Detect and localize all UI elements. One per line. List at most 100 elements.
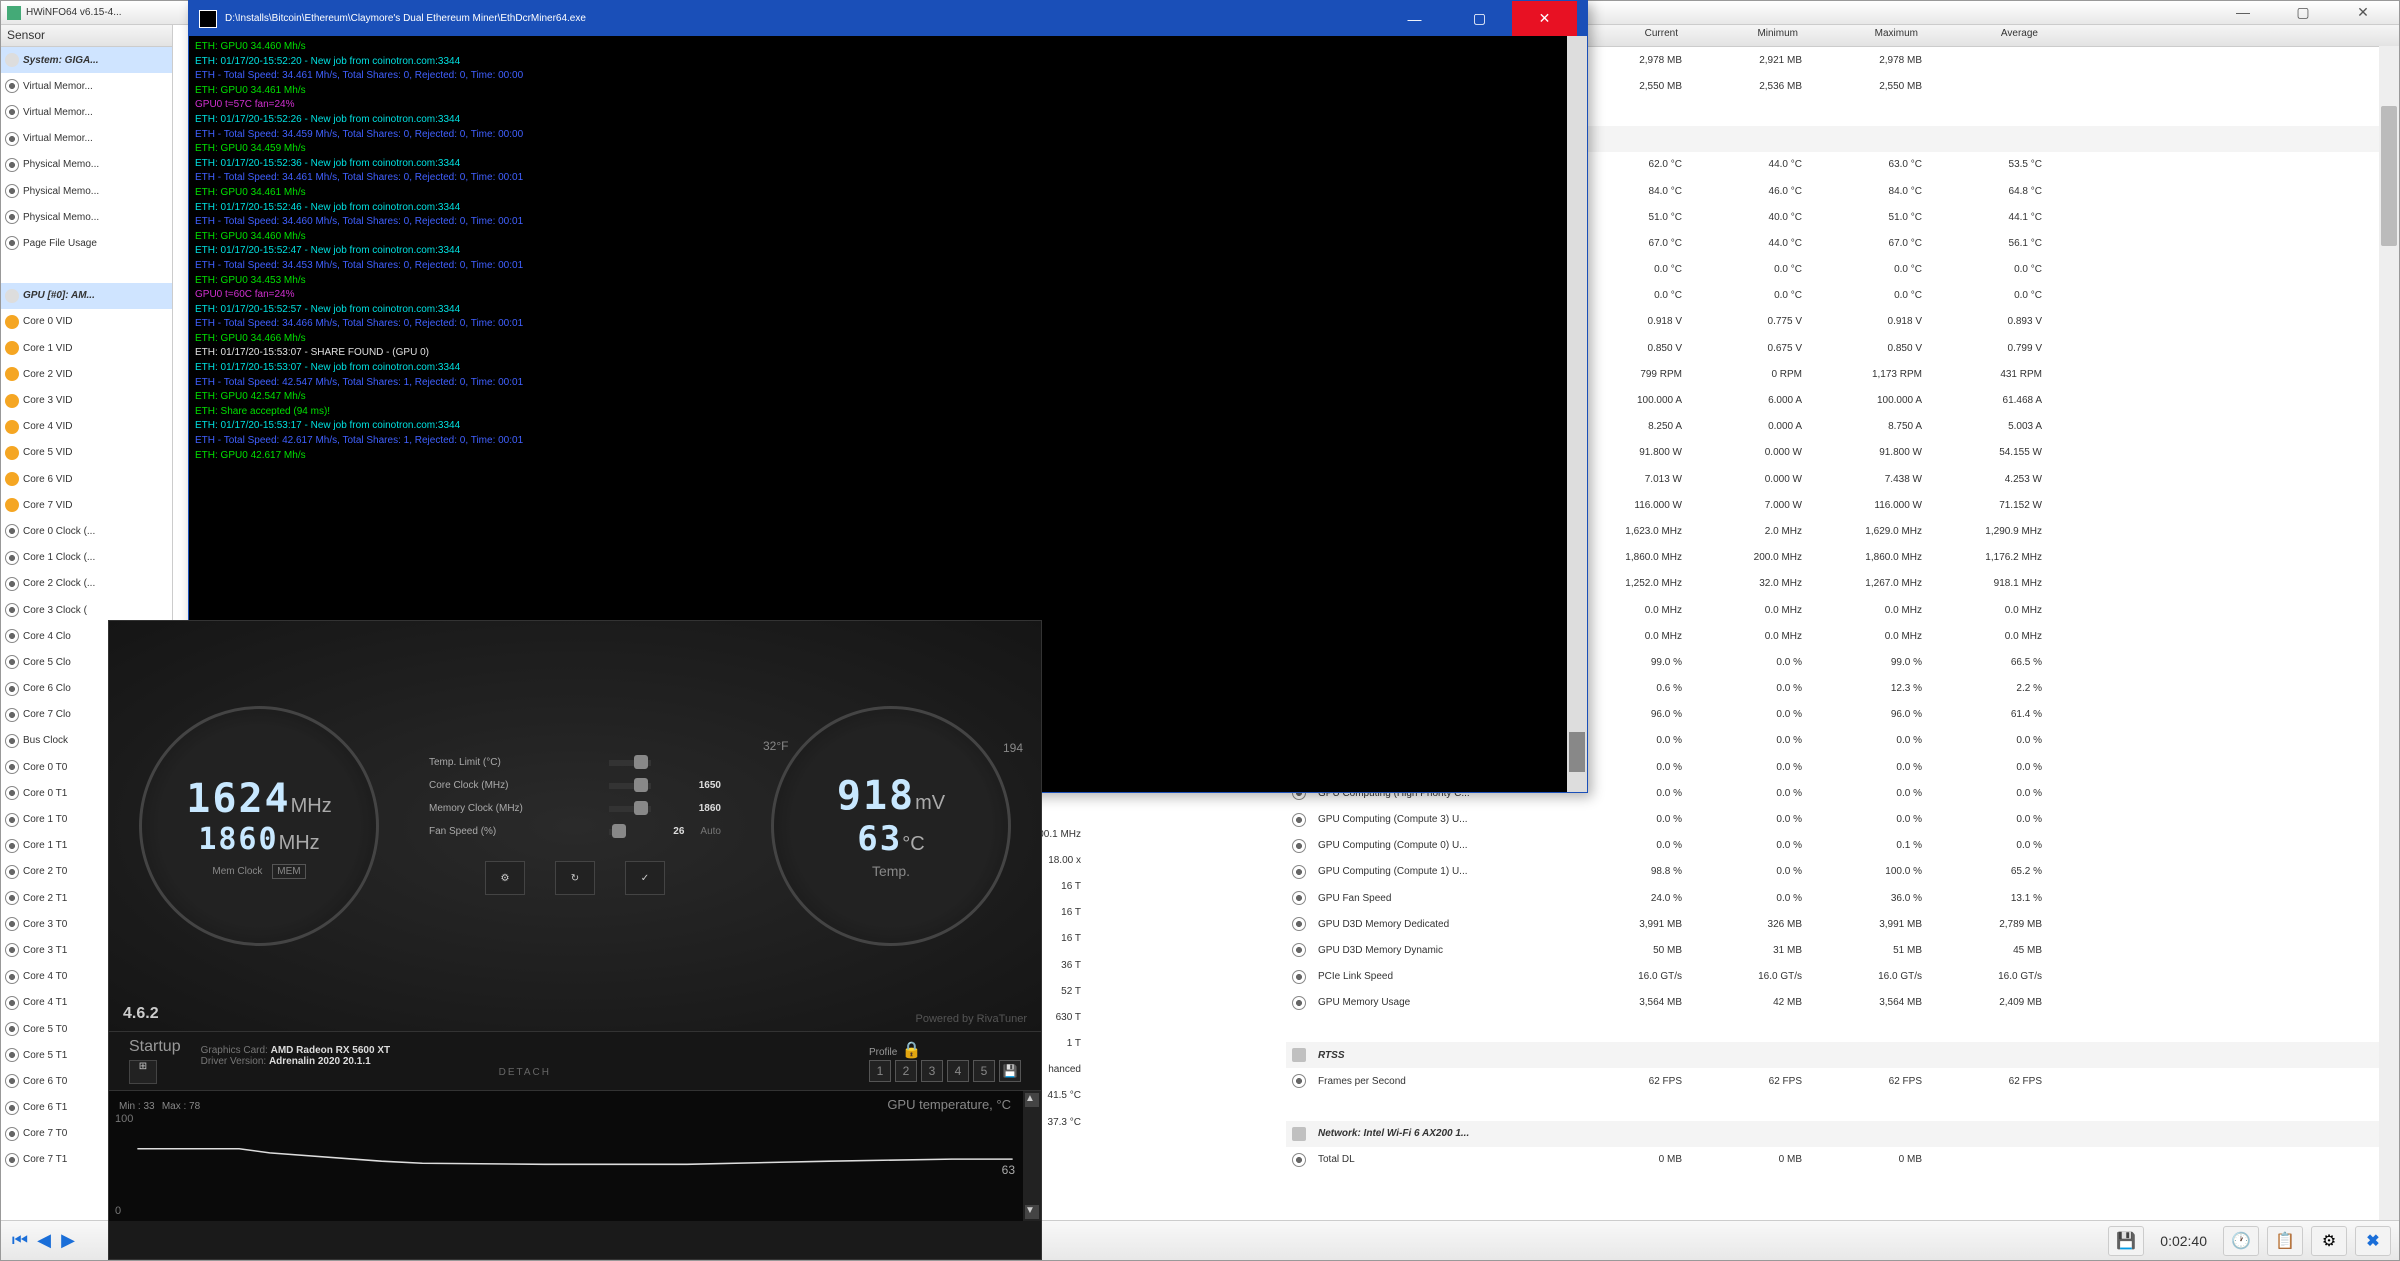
sensor-row[interactable]: Total DL0 MB0 MB0 MB: [1286, 1147, 2399, 1173]
nav-prev-icon[interactable]: ◀: [33, 1230, 55, 1252]
cmd-close-button[interactable]: ✕: [1512, 1, 1577, 36]
sensor-row[interactable]: GPU Computing (Compute 1) U...98.8 %0.0 …: [1286, 859, 2399, 885]
sensor-group-row[interactable]: Network: Intel Wi-Fi 6 AX200 1...: [1286, 1121, 2399, 1147]
voltage-unit: mV: [915, 792, 945, 814]
tree-item[interactable]: Core 0 VID: [1, 309, 172, 335]
maximize-button[interactable]: ▢: [2283, 4, 2323, 21]
tree-item[interactable]: Physical Memo...: [1, 152, 172, 178]
startup-toggle[interactable]: ⊞: [129, 1060, 157, 1084]
ab-slider[interactable]: Fan Speed (%)26Auto: [429, 826, 721, 837]
slider-track[interactable]: [609, 829, 614, 835]
sensor-min: 44.0 °C: [1690, 238, 1810, 249]
tree-item[interactable]: Physical Memo...: [1, 204, 172, 230]
toolbar-log-icon[interactable]: 📋: [2267, 1226, 2303, 1256]
temp-graph[interactable]: Min : 33 Max : 78 GPU temperature, °C 10…: [109, 1091, 1041, 1221]
tree-item[interactable]: [1, 257, 172, 283]
tree-item[interactable]: Virtual Memor...: [1, 99, 172, 125]
tree-item[interactable]: System: GIGA...: [1, 47, 172, 73]
col-minimum[interactable]: Minimum: [1686, 25, 1806, 46]
slider-track[interactable]: [609, 783, 651, 789]
sensor-row[interactable]: GPU Memory Usage3,564 MB42 MB3,564 MB2,4…: [1286, 990, 2399, 1016]
tree-item[interactable]: Core 5 VID: [1, 440, 172, 466]
tree-item[interactable]: Core 0 Clock (...: [1, 518, 172, 544]
sensor-row[interactable]: GPU D3D Memory Dynamic50 MB31 MB51 MB45 …: [1286, 937, 2399, 963]
sensor-min: 0.0 %: [1690, 866, 1810, 877]
cmd-line: ETH: 01/17/20-15:52:26 - New job from co…: [195, 113, 1581, 128]
sensor-scrollbar[interactable]: [2379, 46, 2399, 1220]
slider-track[interactable]: [609, 760, 651, 766]
settings-icon[interactable]: ⚙: [485, 861, 525, 895]
mem-clock-unit: MHz: [279, 832, 320, 854]
toolbar-settings-icon[interactable]: ⚙: [2311, 1226, 2347, 1256]
sensor-max: 1,173 RPM: [1810, 369, 1930, 380]
tree-item[interactable]: Physical Memo...: [1, 178, 172, 204]
sensor-cur: 91.800 W: [1570, 447, 1690, 458]
auto-label[interactable]: Auto: [700, 826, 721, 837]
graph-scrollbar[interactable]: ▲ ▼: [1023, 1091, 1041, 1221]
cmd-scrollbar[interactable]: [1567, 36, 1587, 792]
tree-item[interactable]: Core 7 VID: [1, 492, 172, 518]
tree-item[interactable]: Virtual Memor...: [1, 73, 172, 99]
ab-slider[interactable]: Memory Clock (MHz)1860: [429, 803, 721, 814]
tree-item[interactable]: Core 2 VID: [1, 361, 172, 387]
apply-icon[interactable]: ✓: [625, 861, 665, 895]
tree-item[interactable]: Core 2 Clock (...: [1, 571, 172, 597]
col-average[interactable]: Average: [1926, 25, 2046, 46]
profile-button-5[interactable]: 5: [973, 1060, 995, 1082]
tree-item[interactable]: Core 6 VID: [1, 466, 172, 492]
cmd-line: ETH: 01/17/20-15:53:17 - New job from co…: [195, 419, 1581, 434]
minimize-button[interactable]: —: [2223, 4, 2263, 21]
sensor-icon: [1292, 813, 1306, 827]
sensor-name: GPU Fan Speed: [1310, 893, 1570, 904]
slider-track[interactable]: [609, 806, 651, 812]
toolbar-clock-icon[interactable]: 🕐: [2223, 1226, 2259, 1256]
cmd-maximize-button[interactable]: ▢: [1447, 1, 1512, 36]
nav-first-icon[interactable]: ⏮: [9, 1230, 31, 1252]
tree-item[interactable]: Page File Usage: [1, 230, 172, 256]
sensor-cur: 1,860.0 MHz: [1570, 552, 1690, 563]
reset-icon[interactable]: ↻: [555, 861, 595, 895]
close-button[interactable]: ✕: [2343, 4, 2383, 21]
tree-item-label: Core 5 T1: [23, 1050, 67, 1061]
sensor-icon: [5, 970, 19, 984]
sensor-row[interactable]: GPU Fan Speed24.0 %0.0 %36.0 %13.1 %: [1286, 885, 2399, 911]
toolbar-save-icon[interactable]: 💾: [2108, 1226, 2144, 1256]
tree-item[interactable]: Core 1 VID: [1, 335, 172, 361]
temp-side-value: 194: [1003, 741, 1023, 755]
ab-slider[interactable]: Core Clock (MHz)1650: [429, 780, 721, 791]
profile-button-4[interactable]: 4: [947, 1060, 969, 1082]
sensor-group-row[interactable]: RTSS: [1286, 1042, 2399, 1068]
col-maximum[interactable]: Maximum: [1806, 25, 1926, 46]
sensor-avg: 0.0 %: [1930, 814, 2050, 825]
tree-header[interactable]: Sensor: [1, 25, 172, 47]
sensor-max: 116.000 W: [1810, 500, 1930, 511]
tree-item[interactable]: GPU [#0]: AM...: [1, 283, 172, 309]
profile-button-2[interactable]: 2: [895, 1060, 917, 1082]
sensor-row[interactable]: PCIe Link Speed16.0 GT/s16.0 GT/s16.0 GT…: [1286, 964, 2399, 990]
profile-button-1[interactable]: 1: [869, 1060, 891, 1082]
cmd-line: ETH: GPU0 34.461 Mh/s: [195, 186, 1581, 201]
sensor-max: 8.750 A: [1810, 421, 1930, 432]
sensor-name: GPU Computing (Compute 1) U...: [1310, 866, 1570, 877]
cmd-titlebar[interactable]: D:\Installs\Bitcoin\Ethereum\Claymore's …: [189, 1, 1587, 36]
tree-item[interactable]: Core 1 Clock (...: [1, 545, 172, 571]
sensor-icon: [1292, 1153, 1306, 1167]
chip-icon: [5, 289, 19, 303]
tree-item[interactable]: Virtual Memor...: [1, 126, 172, 152]
ab-slider[interactable]: Temp. Limit (°C): [429, 757, 721, 768]
detach-label[interactable]: DETACH: [201, 1067, 849, 1078]
sensor-row[interactable]: Frames per Second62 FPS62 FPS62 FPS62 FP…: [1286, 1068, 2399, 1094]
mem-button[interactable]: MEM: [272, 864, 305, 879]
toolbar-close-icon[interactable]: ✖: [2355, 1226, 2391, 1256]
profile-save-icon[interactable]: 💾: [999, 1060, 1021, 1082]
sensor-icon: [5, 734, 19, 748]
cmd-minimize-button[interactable]: —: [1382, 1, 1447, 36]
tree-item[interactable]: Core 3 VID: [1, 387, 172, 413]
sensor-row[interactable]: GPU Computing (Compute 0) U...0.0 %0.0 %…: [1286, 833, 2399, 859]
sensor-row[interactable]: GPU D3D Memory Dedicated3,991 MB326 MB3,…: [1286, 911, 2399, 937]
tree-item[interactable]: Core 4 VID: [1, 414, 172, 440]
sensor-row[interactable]: GPU Computing (Compute 3) U...0.0 %0.0 %…: [1286, 806, 2399, 832]
nav-next-icon[interactable]: ▶: [57, 1230, 79, 1252]
tree-item-label: Virtual Memor...: [23, 81, 93, 92]
profile-button-3[interactable]: 3: [921, 1060, 943, 1082]
